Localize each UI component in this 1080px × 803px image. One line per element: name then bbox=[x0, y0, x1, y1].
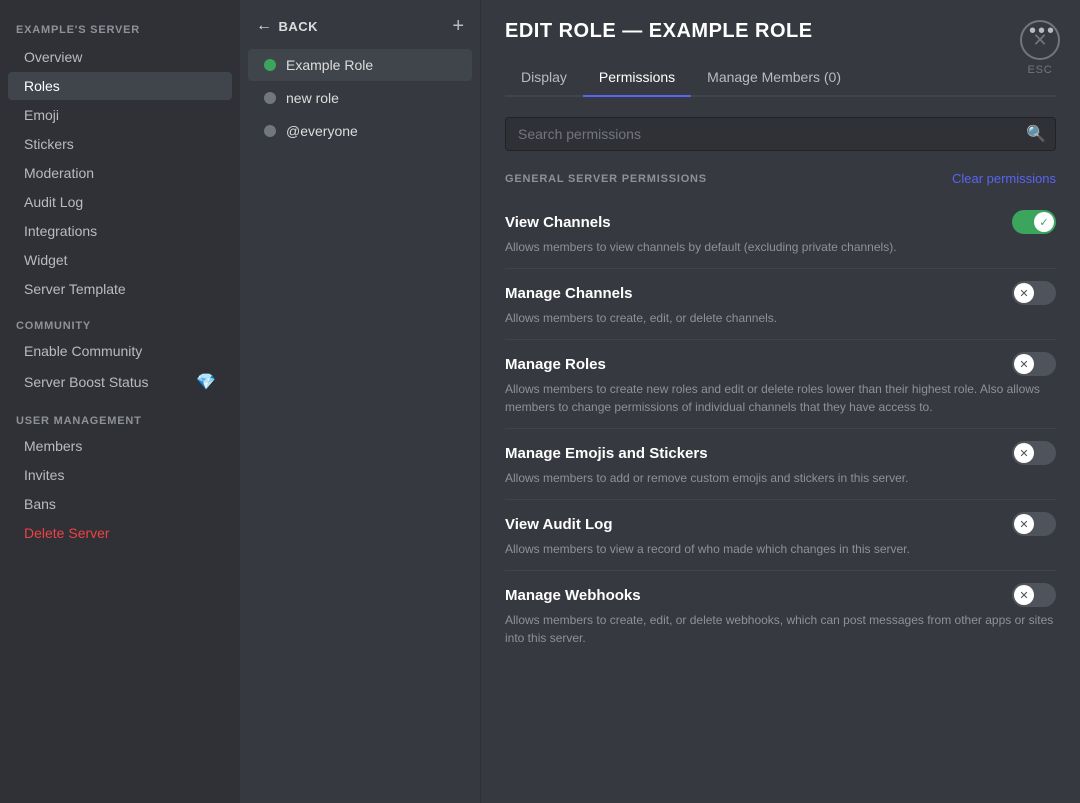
sidebar-item-bans[interactable]: Bans bbox=[8, 490, 232, 518]
perm-top: Manage Roles ✕ bbox=[505, 352, 1056, 376]
esc-circle: ✕ bbox=[1020, 20, 1060, 60]
boost-icon: 💎 bbox=[196, 372, 216, 392]
perm-row-manage-webhooks: Manage Webhooks ✕ Allows members to crea… bbox=[505, 571, 1056, 659]
role-name: Example Role bbox=[286, 57, 373, 73]
section-title: General Server Permissions bbox=[505, 173, 707, 185]
perm-name: View Channels bbox=[505, 214, 611, 231]
x-icon: ✕ bbox=[1019, 518, 1028, 531]
esc-label: ESC bbox=[1027, 64, 1052, 76]
x-icon: ✕ bbox=[1019, 287, 1028, 300]
back-button[interactable]: ← Back bbox=[256, 17, 318, 35]
role-item-example[interactable]: Example Role bbox=[248, 49, 472, 81]
sidebar-item-enable-community[interactable]: Enable Community bbox=[8, 337, 232, 365]
sidebar: Example's Server Overview Roles Emoji St… bbox=[0, 0, 240, 803]
perm-top: View Channels ✓ bbox=[505, 210, 1056, 234]
sidebar-item-moderation[interactable]: Moderation bbox=[8, 159, 232, 187]
toggle-knob: ✕ bbox=[1014, 354, 1034, 374]
add-role-button[interactable]: + bbox=[452, 16, 464, 36]
sidebar-item-stickers[interactable]: Stickers bbox=[8, 130, 232, 158]
toggle-manage-emojis[interactable]: ✕ bbox=[1012, 441, 1056, 465]
role-item-everyone[interactable]: @everyone bbox=[248, 115, 472, 147]
toggle-knob: ✕ bbox=[1014, 443, 1034, 463]
perm-top: Manage Emojis and Stickers ✕ bbox=[505, 441, 1056, 465]
perm-desc: Allows members to create new roles and e… bbox=[505, 380, 1056, 416]
toggle-knob: ✓ bbox=[1034, 212, 1054, 232]
perm-row-manage-roles: Manage Roles ✕ Allows members to create … bbox=[505, 340, 1056, 429]
toggle-manage-channels[interactable]: ✕ bbox=[1012, 281, 1056, 305]
section-header: General Server Permissions Clear permiss… bbox=[505, 171, 1056, 186]
toggle-knob: ✕ bbox=[1014, 283, 1034, 303]
role-item-new[interactable]: new role bbox=[248, 82, 472, 114]
perm-top: Manage Webhooks ✕ bbox=[505, 583, 1056, 607]
toggle-knob: ✕ bbox=[1014, 585, 1034, 605]
sidebar-item-delete-server[interactable]: Delete Server bbox=[8, 519, 232, 547]
perm-row-view-channels: View Channels ✓ Allows members to view c… bbox=[505, 198, 1056, 269]
perm-name: View Audit Log bbox=[505, 516, 613, 533]
toggle-manage-roles[interactable]: ✕ bbox=[1012, 352, 1056, 376]
edit-role-title: Edit Role — Example Role bbox=[505, 20, 813, 43]
perm-top: Manage Channels ✕ bbox=[505, 281, 1056, 305]
perm-row-manage-channels: Manage Channels ✕ Allows members to crea… bbox=[505, 269, 1056, 340]
search-icon: 🔍 bbox=[1026, 124, 1046, 144]
sidebar-item-server-boost[interactable]: Server Boost Status 💎 bbox=[8, 366, 232, 398]
toggle-manage-webhooks[interactable]: ✕ bbox=[1012, 583, 1056, 607]
community-section-label: Community bbox=[0, 304, 240, 336]
perm-name: Manage Channels bbox=[505, 285, 633, 302]
toggle-view-channels[interactable]: ✓ bbox=[1012, 210, 1056, 234]
role-name: @everyone bbox=[286, 123, 358, 139]
tabs: Display Permissions Manage Members (0) bbox=[505, 59, 1056, 97]
role-dot bbox=[264, 92, 276, 104]
perm-desc: Allows members to create, edit, or delet… bbox=[505, 611, 1056, 647]
esc-button[interactable]: ✕ ESC bbox=[1020, 20, 1060, 76]
role-dot bbox=[264, 59, 276, 71]
server-name: Example's Server bbox=[0, 16, 240, 42]
perm-name: Manage Emojis and Stickers bbox=[505, 445, 708, 462]
perm-name: Manage Webhooks bbox=[505, 587, 641, 604]
perm-top: View Audit Log ✕ bbox=[505, 512, 1056, 536]
perm-name: Manage Roles bbox=[505, 356, 606, 373]
role-dot bbox=[264, 125, 276, 137]
search-input[interactable] bbox=[505, 117, 1056, 151]
main-header: Edit Role — Example Role ••• bbox=[505, 20, 1056, 43]
sidebar-item-server-template[interactable]: Server Template bbox=[8, 275, 232, 303]
sidebar-item-integrations[interactable]: Integrations bbox=[8, 217, 232, 245]
perm-desc: Allows members to view channels by defau… bbox=[505, 238, 1056, 256]
role-name: new role bbox=[286, 90, 339, 106]
middle-header: ← Back + bbox=[240, 0, 480, 48]
sidebar-item-emoji[interactable]: Emoji bbox=[8, 101, 232, 129]
tab-display[interactable]: Display bbox=[505, 59, 583, 97]
clear-permissions-button[interactable]: Clear permissions bbox=[952, 171, 1056, 186]
x-icon: ✕ bbox=[1019, 447, 1028, 460]
search-box: 🔍 bbox=[505, 117, 1056, 151]
perm-desc: Allows members to view a record of who m… bbox=[505, 540, 1056, 558]
middle-panel: ← Back + Example Role new role @everyone bbox=[240, 0, 480, 803]
toggle-knob: ✕ bbox=[1014, 514, 1034, 534]
perm-desc: Allows members to create, edit, or delet… bbox=[505, 309, 1056, 327]
back-arrow-icon: ← bbox=[256, 17, 273, 35]
tab-manage-members[interactable]: Manage Members (0) bbox=[691, 59, 857, 97]
perm-row-view-audit-log: View Audit Log ✕ Allows members to view … bbox=[505, 500, 1056, 571]
permissions-section: General Server Permissions Clear permiss… bbox=[505, 171, 1056, 659]
tab-permissions[interactable]: Permissions bbox=[583, 59, 691, 97]
main-content: Edit Role — Example Role ••• Display Per… bbox=[480, 0, 1080, 803]
sidebar-item-members[interactable]: Members bbox=[8, 432, 232, 460]
sidebar-item-audit-log[interactable]: Audit Log bbox=[8, 188, 232, 216]
check-icon: ✓ bbox=[1039, 216, 1048, 229]
sidebar-item-invites[interactable]: Invites bbox=[8, 461, 232, 489]
toggle-view-audit-log[interactable]: ✕ bbox=[1012, 512, 1056, 536]
x-icon: ✕ bbox=[1019, 589, 1028, 602]
user-management-section-label: User Management bbox=[0, 399, 240, 431]
x-icon: ✕ bbox=[1019, 358, 1028, 371]
perm-row-manage-emojis: Manage Emojis and Stickers ✕ Allows memb… bbox=[505, 429, 1056, 500]
sidebar-item-widget[interactable]: Widget bbox=[8, 246, 232, 274]
sidebar-item-roles[interactable]: Roles bbox=[8, 72, 232, 100]
sidebar-item-overview[interactable]: Overview bbox=[8, 43, 232, 71]
perm-desc: Allows members to add or remove custom e… bbox=[505, 469, 1056, 487]
